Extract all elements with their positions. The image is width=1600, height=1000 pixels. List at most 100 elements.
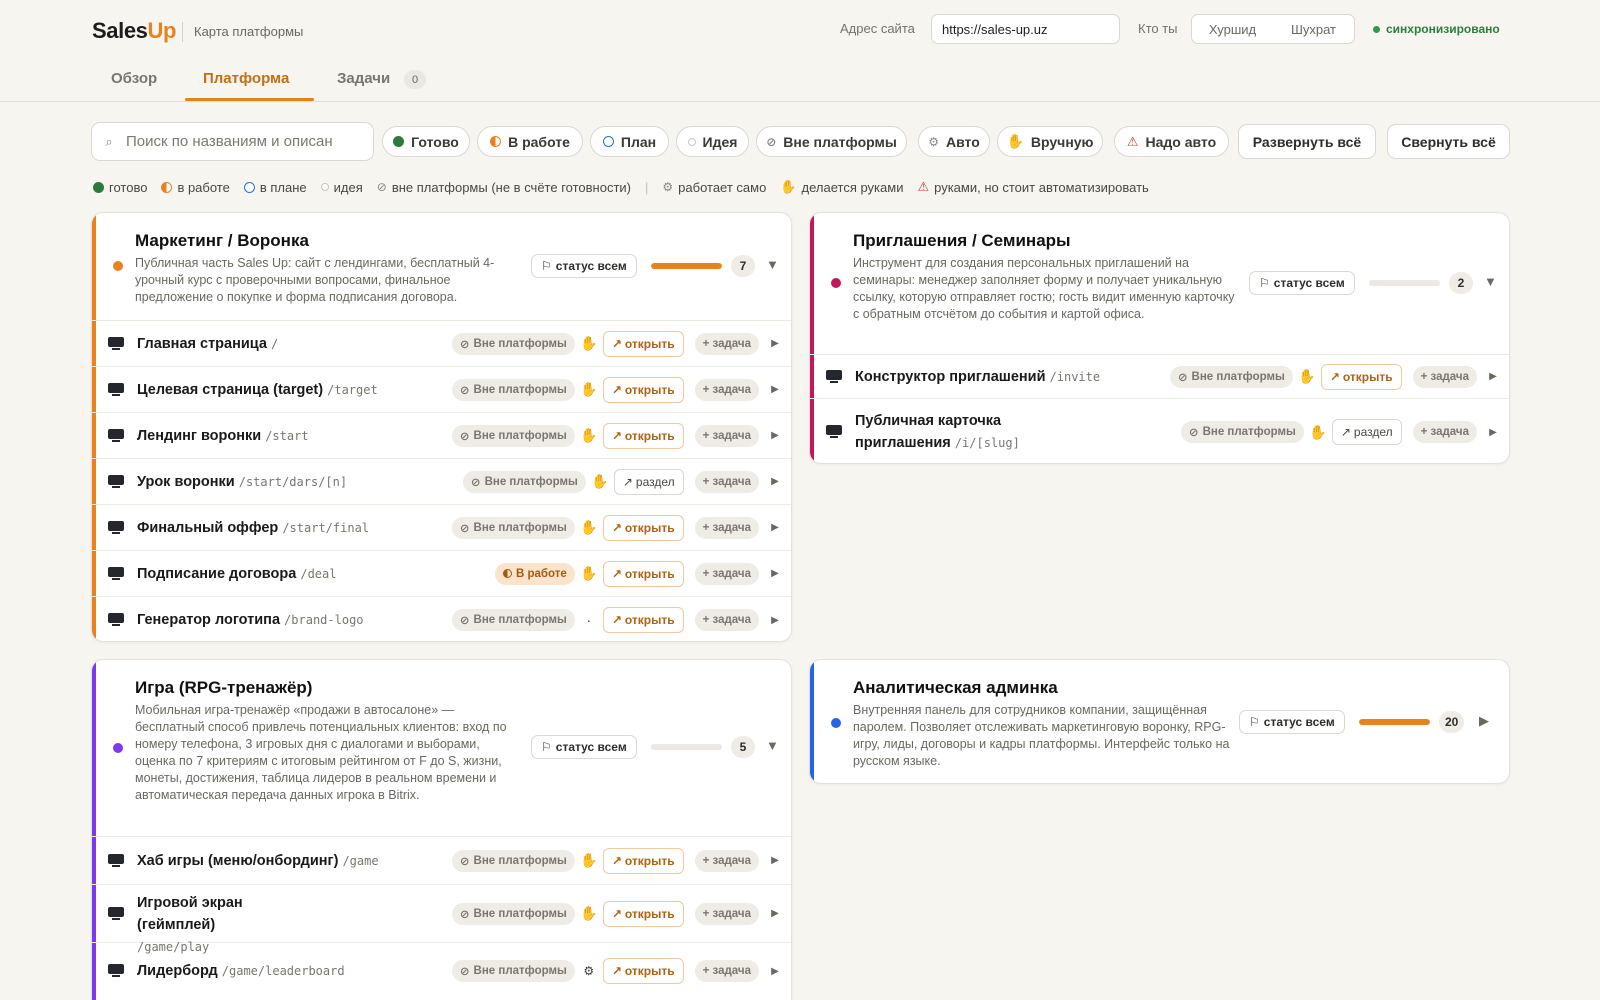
open-button[interactable]: ↗ открыть [602, 376, 684, 403]
expand-icon[interactable]: ▶ [759, 384, 791, 395]
add-task-button[interactable]: + задача [694, 378, 759, 401]
open-button[interactable]: ↗ открыть [602, 330, 684, 357]
expand-icon[interactable]: ▶ [759, 430, 791, 441]
tab-overview[interactable]: Обзор [111, 70, 157, 87]
expand-all-button[interactable]: Развернуть всё [1238, 124, 1376, 159]
tab-tasks[interactable]: Задачи [337, 70, 390, 87]
list-item[interactable]: Хаб игры (меню/онбординг) /game ⊘ Вне плат… [92, 837, 791, 885]
list-item[interactable]: Генератор логотипа /brand-logo ⊘ Вне платф… [92, 597, 791, 641]
add-task-button[interactable]: + задача [1412, 421, 1477, 443]
status-badge[interactable]: ⊘ Вне платформы [451, 849, 575, 872]
list-item[interactable]: Финальный оффер /start/final ⊘ Вне платфор… [92, 505, 791, 551]
list-item[interactable]: Главная страница / ⊘ Вне платформы ✋ ↗ открыт… [92, 321, 791, 367]
section-header[interactable]: Игра (RPG-тренажёр) Мобильная игра-трена… [92, 660, 791, 836]
status-badge[interactable]: ⊘ Вне платформы [451, 960, 575, 982]
add-task-button[interactable]: + задача [694, 849, 759, 872]
filter-manual-chip[interactable]: ✋ Вручную [997, 126, 1103, 157]
hand-icon[interactable]: ✋ [1304, 424, 1332, 441]
add-task-button[interactable]: + задача [694, 960, 759, 982]
add-task-button[interactable]: + задача [694, 902, 759, 925]
brand-logo[interactable]: SalesUp [92, 18, 176, 44]
section-header[interactable]: Аналитическая админка Внутренняя панель … [810, 660, 1509, 783]
filter-done-chip[interactable]: Готово [382, 126, 470, 157]
expand-icon[interactable]: ▶ [759, 855, 791, 866]
hand-icon[interactable]: ✋ [586, 473, 614, 490]
status-badge[interactable]: ⊘ Вне платформы [451, 424, 575, 447]
list-item[interactable]: Конструктор приглашений /invite ⊘ Вне плат… [810, 355, 1509, 399]
status-all-button[interactable]: ⚐ статус всем [531, 735, 637, 759]
add-task-button[interactable]: + задача [694, 516, 759, 539]
expand-icon[interactable]: ▶ [1477, 371, 1509, 382]
status-badge[interactable]: ⊘ Вне платформы [451, 902, 575, 925]
list-item[interactable]: Игровой экран (геймплей) /game/play ⊘ Вне … [92, 885, 791, 954]
expand-icon[interactable]: ▶ [759, 966, 791, 977]
collapse-icon[interactable]: ▼ [766, 738, 779, 753]
add-task-button[interactable]: + задача [694, 424, 759, 447]
open-button[interactable]: ↗ открыть [602, 560, 684, 587]
expand-icon[interactable]: ▶ [759, 568, 791, 579]
section-button[interactable]: ↗ раздел [1331, 419, 1402, 445]
filter-need-auto-chip[interactable]: ⚠ Надо авто [1114, 126, 1229, 157]
status-badge[interactable]: ⊘ Вне платформы [451, 609, 575, 631]
status-badge[interactable]: ⊘ Вне платформы [451, 516, 575, 539]
tab-platform[interactable]: Платформа [203, 70, 289, 87]
hand-icon[interactable]: ✋ [575, 565, 603, 582]
list-item[interactable]: Целевая страница (target) /target ⊘ Вне пл… [92, 367, 791, 413]
list-item[interactable]: Урок воронки /start/dars/[n] ⊘ Вне платфор… [92, 459, 791, 505]
collapse-icon[interactable]: ▼ [1484, 274, 1497, 289]
open-button[interactable]: ↗ открыть [602, 847, 684, 874]
hand-icon[interactable]: ✋ [575, 905, 603, 922]
section-header[interactable]: Маркетинг / Воронка Публичная часть Sale… [92, 213, 791, 320]
add-task-button[interactable]: + задача [694, 609, 759, 631]
expand-icon[interactable]: ▶ [759, 476, 791, 487]
hand-icon[interactable]: ✋ [575, 852, 603, 869]
status-badge[interactable]: В работе [495, 562, 575, 585]
open-button[interactable]: ↗ открыть [1320, 363, 1402, 390]
add-task-button[interactable]: + задача [694, 470, 759, 493]
user-option-shukhrat[interactable]: Шухрат [1273, 15, 1354, 43]
collapse-all-button[interactable]: Свернуть всё [1387, 124, 1510, 159]
open-button[interactable]: ↗ открыть [602, 900, 684, 927]
expand-icon[interactable]: ▶ [759, 338, 791, 349]
gear-icon[interactable]: ⚙ [575, 964, 603, 978]
filter-outside-chip[interactable]: ⊘ Вне платформы [756, 126, 907, 157]
filter-auto-chip[interactable]: ⚙ Авто [918, 126, 990, 157]
expand-icon[interactable]: ▶ [759, 615, 791, 626]
open-button[interactable]: ↗ открыть [602, 422, 684, 449]
list-item[interactable]: Лендинг воронки /start ⊘ Вне платформы ✋ ↗ от… [92, 413, 791, 459]
section-button[interactable]: ↗ раздел [613, 468, 684, 495]
open-button[interactable]: ↗ открыть [602, 958, 684, 984]
user-option-khurshid[interactable]: Хуршид [1192, 15, 1273, 43]
add-task-button[interactable]: + задача [1412, 365, 1477, 388]
dot-icon[interactable]: · [575, 612, 603, 628]
status-badge[interactable]: ⊘ Вне платформы [1180, 421, 1304, 443]
site-address-input[interactable] [931, 14, 1120, 44]
hand-icon[interactable]: ✋ [575, 519, 603, 536]
hand-icon[interactable]: ✋ [575, 335, 603, 352]
filter-in-progress-chip[interactable]: В работе [477, 126, 583, 157]
filter-plan-chip[interactable]: План [590, 126, 669, 157]
hand-icon[interactable]: ✋ [575, 381, 603, 398]
list-item[interactable]: Публичная карточка приглашения /i/[slug]… [810, 399, 1509, 463]
hand-icon[interactable]: ✋ [575, 427, 603, 444]
expand-icon[interactable]: ▶ [759, 908, 791, 919]
search-input[interactable] [126, 133, 366, 150]
expand-icon[interactable]: ▶ [759, 522, 791, 533]
hand-icon[interactable]: ✋ [1293, 368, 1321, 385]
open-button[interactable]: ↗ открыть [602, 514, 684, 541]
filter-idea-chip[interactable]: Идея [676, 126, 749, 157]
status-all-button[interactable]: ⚐ статус всем [1239, 710, 1345, 734]
status-all-button[interactable]: ⚐ статус всем [1249, 271, 1355, 295]
list-item[interactable]: Подписание договора /deal В работе ✋ ↗ откры… [92, 551, 791, 597]
status-badge[interactable]: ⊘ Вне платформы [1169, 365, 1293, 388]
status-badge[interactable]: ⊘ Вне платформы [462, 470, 586, 493]
add-task-button[interactable]: + задача [694, 562, 759, 585]
status-all-button[interactable]: ⚐ статус всем [531, 254, 637, 278]
collapse-icon[interactable]: ▼ [766, 257, 779, 272]
expand-icon[interactable]: ▶ [1477, 427, 1509, 438]
section-header[interactable]: Приглашения / Семинары Инструмент для со… [810, 213, 1509, 354]
list-item[interactable]: Лидерборд /game/leaderboard ⊘ Вне платформ… [92, 943, 791, 999]
expand-icon[interactable]: ▶ [1479, 713, 1489, 729]
add-task-button[interactable]: + задача [694, 332, 759, 355]
status-badge[interactable]: ⊘ Вне платформы [451, 378, 575, 401]
